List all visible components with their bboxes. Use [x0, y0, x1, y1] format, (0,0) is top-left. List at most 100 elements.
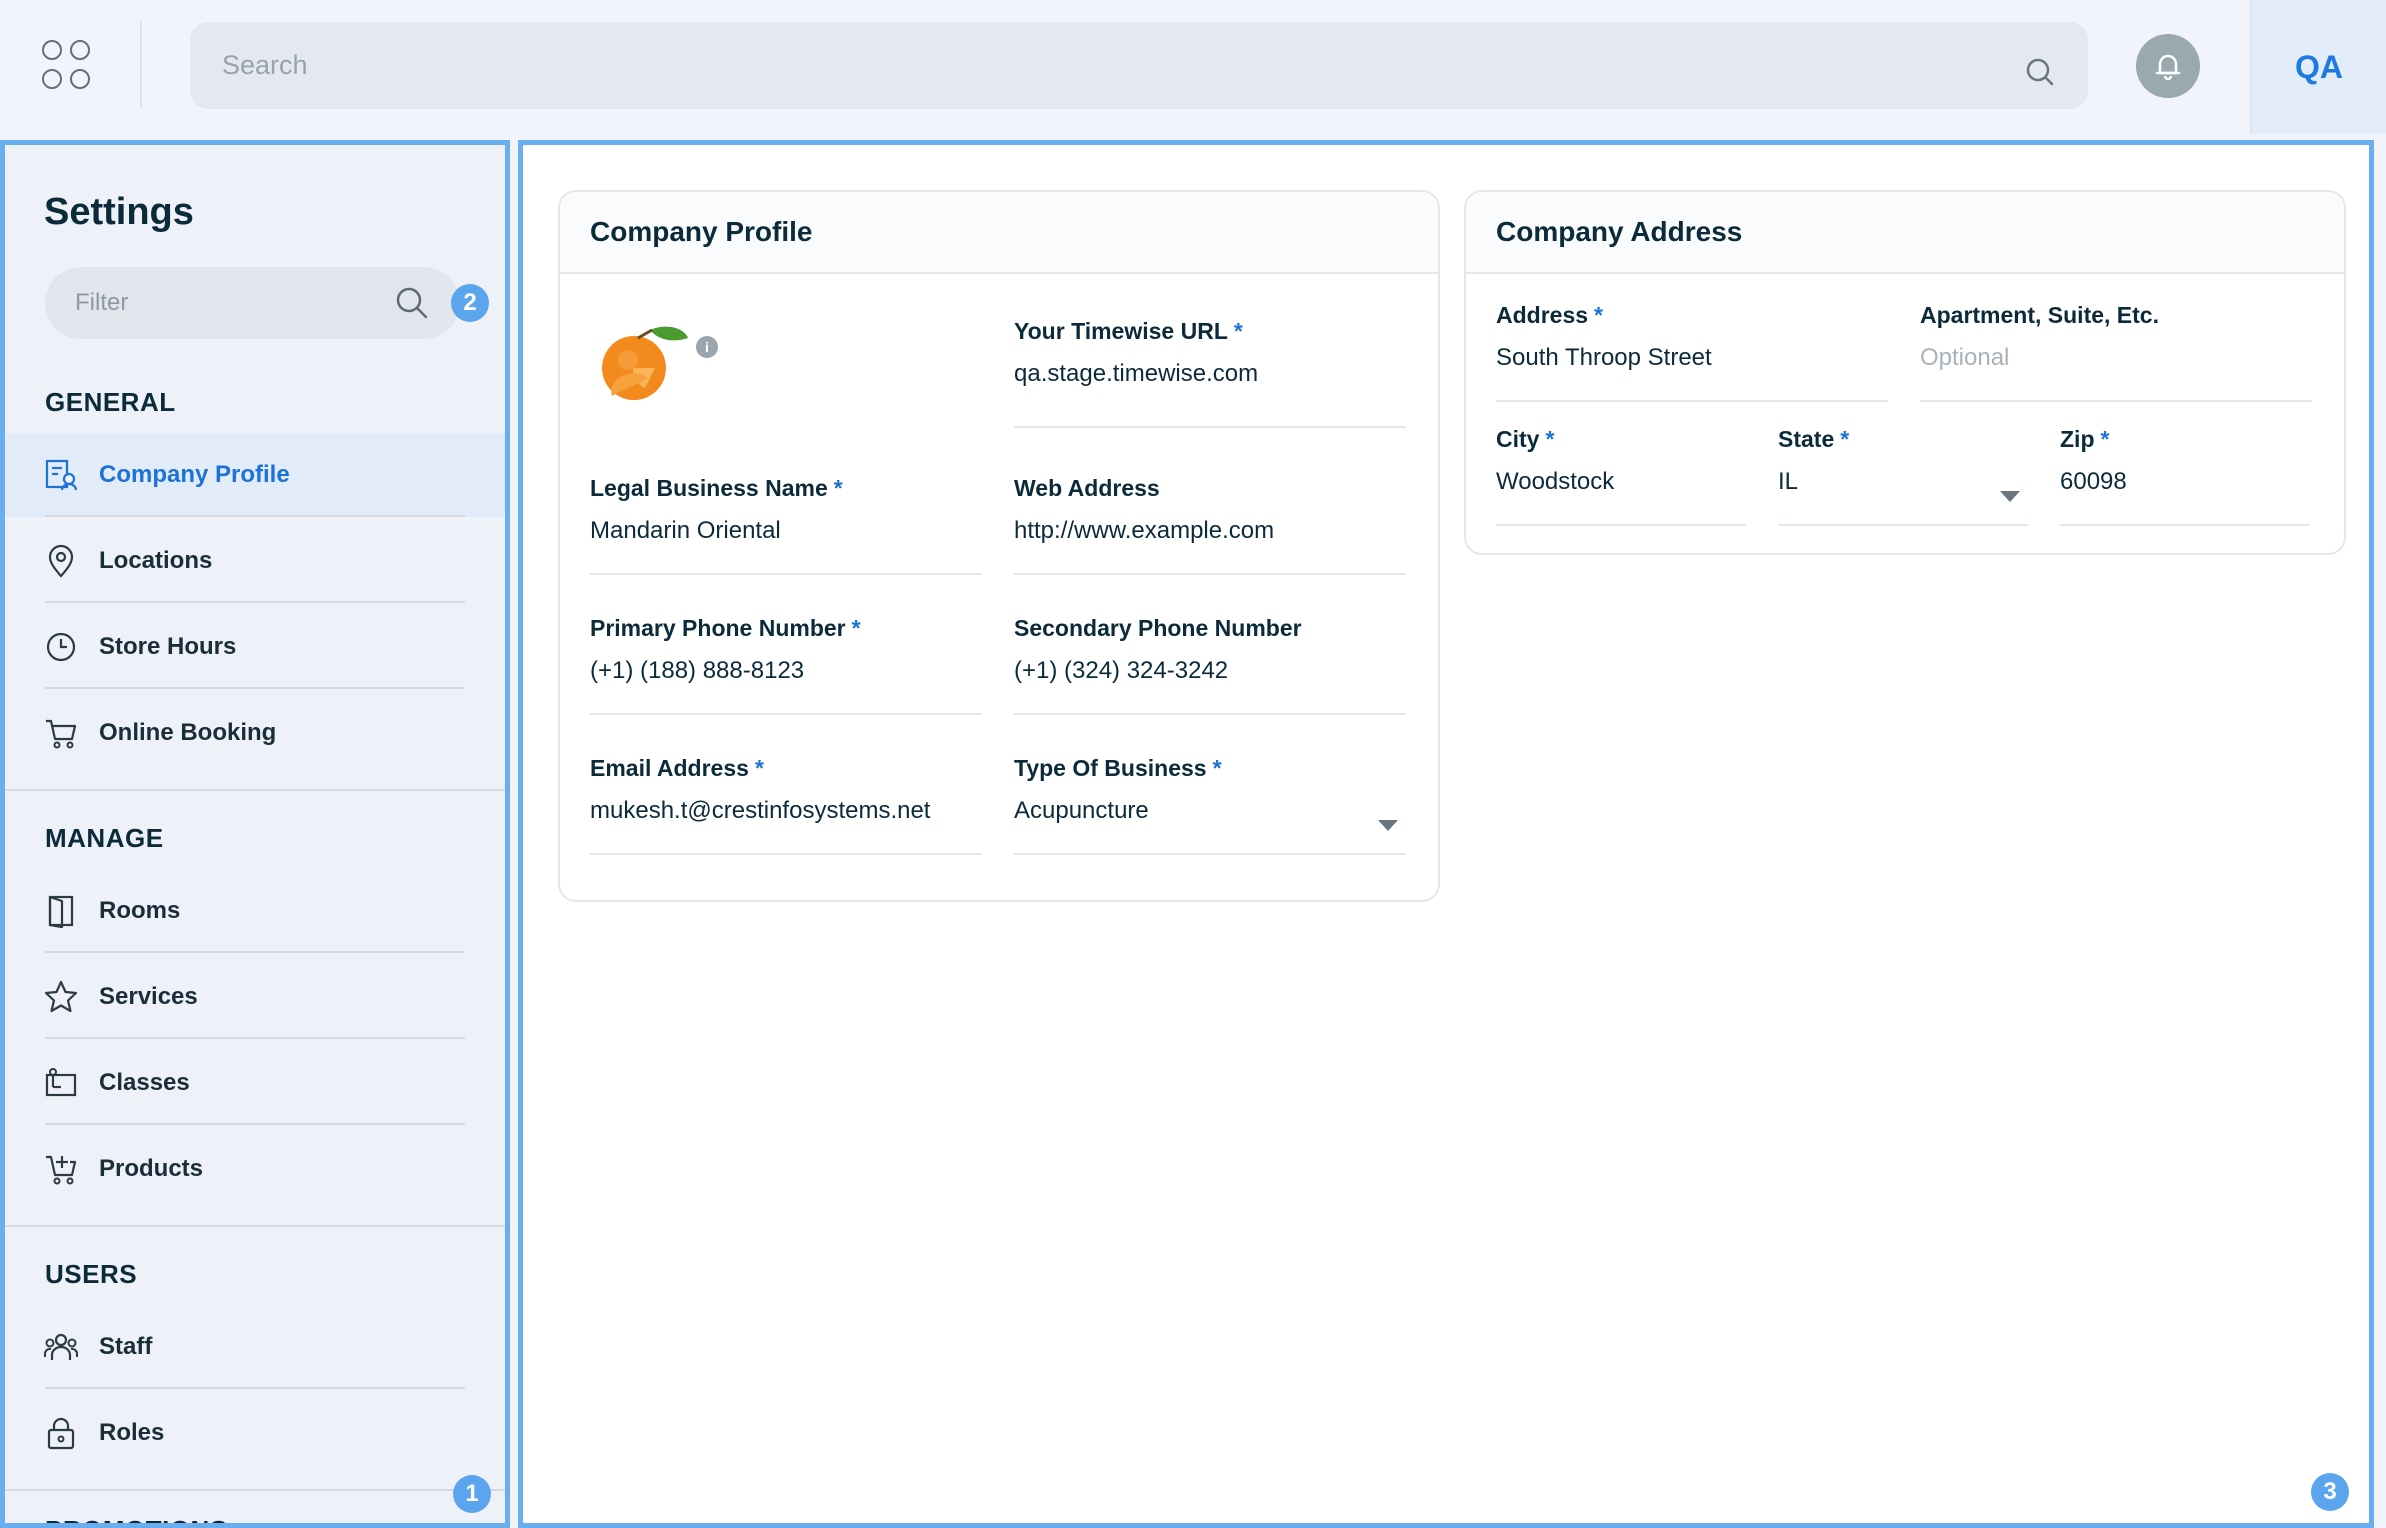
- search-icon[interactable]: [394, 285, 430, 321]
- field-label: Zip: [2060, 426, 2095, 452]
- search-input[interactable]: [222, 50, 2024, 81]
- annotation-badge: 2: [451, 284, 489, 322]
- cart-plus-icon: [46, 1155, 77, 1185]
- staff-icon: [44, 1333, 78, 1360]
- sidebar-item-products[interactable]: Products: [5, 1127, 505, 1211]
- business-type-select[interactable]: Type Of Business * Acupuncture: [1014, 755, 1406, 855]
- required-asterisk: *: [1233, 318, 1243, 344]
- global-search: [190, 22, 2088, 109]
- card-title: Company Profile: [560, 192, 1438, 274]
- sidebar-item-label: Products: [99, 1155, 204, 1182]
- email-field[interactable]: Email Address * mukesh.t@crestinfosystems…: [590, 755, 982, 855]
- field-value: Woodstock: [1496, 468, 1615, 495]
- classes-icon: [45, 1068, 77, 1097]
- required-asterisk: *: [1212, 755, 1222, 781]
- sidebar-item-company-profile[interactable]: Company Profile: [5, 433, 505, 517]
- sidebar-item-online-booking[interactable]: Online Booking: [5, 691, 505, 775]
- zip-field[interactable]: Zip * 60098: [2060, 426, 2310, 526]
- company-profile-card: Company Profile i Your Timewise URL * qa.…: [558, 190, 1440, 902]
- sidebar-item-locations[interactable]: Locations: [5, 519, 505, 603]
- section-general: GENERAL: [45, 387, 176, 417]
- field-value: 60098: [2060, 468, 2127, 495]
- primary-phone-field[interactable]: Primary Phone Number * (+1) (188) 888-812…: [590, 615, 982, 715]
- star-icon: [44, 980, 78, 1013]
- field-label: State: [1778, 426, 1835, 452]
- field-value: Acupuncture: [1014, 797, 1149, 824]
- search-icon[interactable]: [2024, 56, 2056, 88]
- filter-box: [45, 267, 460, 339]
- main-content: Company Profile i Your Timewise URL * qa.…: [518, 140, 2374, 1528]
- city-field[interactable]: City * Woodstock: [1496, 426, 1746, 526]
- field-value: mukesh.t@crestinfosystems.net: [590, 797, 931, 824]
- section-promotions: PROMOTIONS: [45, 1515, 228, 1523]
- sidebar-item-label: Company Profile: [99, 461, 290, 488]
- field-value: Mandarin Oriental: [590, 517, 781, 544]
- field-value: (+1) (324) 324-3242: [1014, 657, 1229, 684]
- clock-icon: [46, 632, 76, 662]
- secondary-phone-field[interactable]: Secondary Phone Number (+1) (324) 324-32…: [1014, 615, 1406, 715]
- settings-sidebar: Settings 2 GENERAL Company Profile Locat…: [0, 140, 510, 1528]
- sidebar-item-classes[interactable]: Classes: [5, 1041, 505, 1125]
- field-value: qa.stage.timewise.com: [1014, 360, 1259, 387]
- sidebar-item-label: Store Hours: [99, 633, 237, 660]
- required-asterisk: *: [833, 475, 843, 501]
- sidebar-item-label: Locations: [99, 547, 213, 574]
- required-asterisk: *: [2100, 426, 2110, 452]
- info-icon[interactable]: i: [696, 336, 718, 358]
- location-pin-icon: [48, 544, 74, 578]
- sidebar-item-label: Roles: [99, 1419, 165, 1446]
- address-field[interactable]: Address * South Throop Street: [1496, 302, 1888, 402]
- required-asterisk: *: [851, 615, 861, 641]
- sidebar-title: Settings: [44, 191, 194, 233]
- chevron-down-icon[interactable]: [1378, 820, 1398, 831]
- field-label: Type Of Business: [1014, 755, 1207, 781]
- field-label: Address: [1496, 302, 1589, 328]
- card-title: Company Address: [1466, 192, 2344, 274]
- section-divider: [5, 1225, 505, 1227]
- sidebar-item-roles[interactable]: Roles: [5, 1391, 505, 1475]
- sidebar-item-rooms[interactable]: Rooms: [5, 869, 505, 953]
- company-address-card: Company Address Address * South Throop St…: [1464, 190, 2346, 555]
- notifications-button[interactable]: [2136, 34, 2200, 98]
- annotation-badge: 3: [2311, 1473, 2349, 1511]
- field-label: Apartment, Suite, Etc.: [1920, 302, 2159, 328]
- sidebar-item-label: Classes: [99, 1069, 190, 1096]
- sidebar-item-label: Online Booking: [99, 719, 277, 746]
- field-label: Secondary Phone Number: [1014, 615, 1302, 641]
- field-label: City: [1496, 426, 1540, 452]
- door-icon: [48, 895, 74, 929]
- user-avatar[interactable]: QA: [2250, 0, 2386, 134]
- required-asterisk: *: [1840, 426, 1850, 452]
- state-select[interactable]: State * IL: [1778, 426, 2028, 526]
- chevron-down-icon[interactable]: [2000, 491, 2020, 502]
- required-asterisk: *: [1594, 302, 1603, 328]
- sidebar-item-label: Staff: [99, 1333, 153, 1360]
- field-placeholder: Optional: [1920, 344, 2010, 371]
- top-bar: QA: [0, 0, 2386, 134]
- legal-business-name-field[interactable]: Legal Business Name * Mandarin Oriental: [590, 475, 982, 575]
- bell-icon: [2155, 54, 2181, 81]
- sidebar-item-services[interactable]: Services: [5, 955, 505, 1039]
- section-divider: [5, 1489, 505, 1491]
- filter-input[interactable]: [75, 289, 394, 317]
- sidebar-item-label: Rooms: [99, 897, 181, 924]
- section-users: USERS: [45, 1259, 138, 1289]
- lock-icon: [47, 1417, 75, 1450]
- web-address-field[interactable]: Web Address http://www.example.com: [1014, 475, 1406, 575]
- apps-grid-icon[interactable]: [42, 40, 92, 90]
- sidebar-item-label: Services: [99, 983, 198, 1010]
- top-divider: [140, 22, 142, 108]
- company-logo[interactable]: [590, 312, 690, 412]
- field-label: Primary Phone Number: [590, 615, 846, 641]
- field-label: Web Address: [1014, 475, 1160, 501]
- timewise-url-field[interactable]: Your Timewise URL * qa.stage.timewise.com: [1014, 318, 1406, 428]
- sidebar-item-staff[interactable]: Staff: [5, 1305, 505, 1389]
- field-value: http://www.example.com: [1014, 517, 1275, 544]
- field-value: South Throop Street: [1496, 344, 1712, 371]
- section-manage: MANAGE: [45, 823, 164, 853]
- section-divider: [5, 789, 505, 791]
- field-label: Email Address: [590, 755, 749, 781]
- apartment-field[interactable]: Apartment, Suite, Etc. Optional: [1920, 302, 2312, 402]
- cart-icon: [46, 719, 77, 749]
- sidebar-item-store-hours[interactable]: Store Hours: [5, 605, 505, 689]
